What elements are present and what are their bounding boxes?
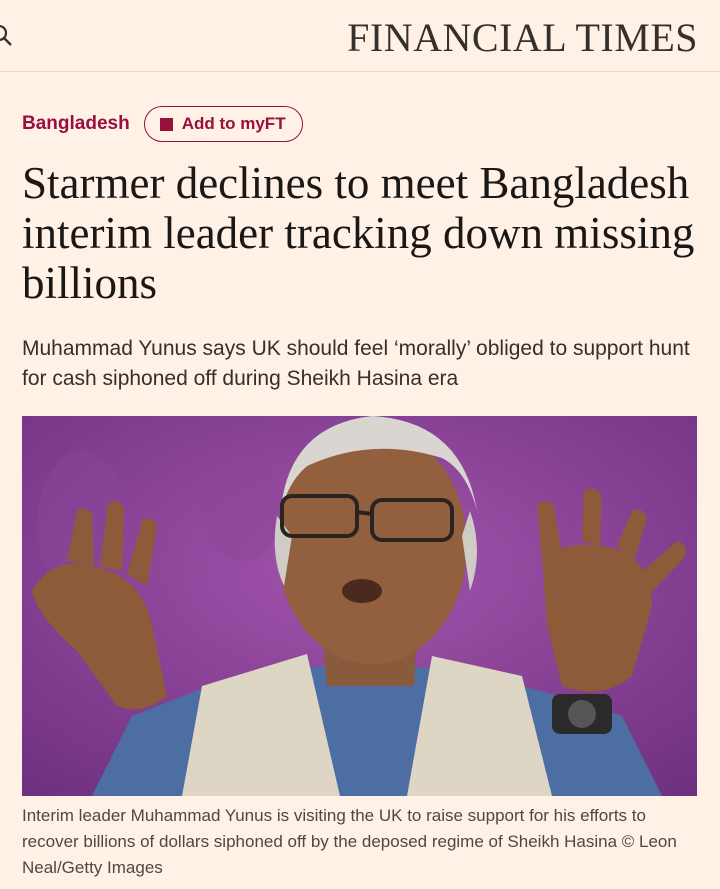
photo-caption: Interim leader Muhammad Yunus is visitin… xyxy=(22,806,677,877)
add-to-myft-label: Add to myFT xyxy=(181,114,286,133)
search-icon[interactable] xyxy=(0,24,14,48)
photo-illustration xyxy=(22,416,697,796)
topic-row: Bangladesh Add to myFT xyxy=(22,105,303,143)
headline: Starmer declines to meet Bangladesh inte… xyxy=(22,158,695,308)
standfirst: Muhammad Yunus says UK should feel ‘mora… xyxy=(22,337,690,390)
topic-link[interactable]: Bangladesh xyxy=(22,113,130,135)
top-bar: FINANCIAL TIMES xyxy=(0,0,720,72)
myft-square-icon xyxy=(159,117,173,131)
article-photo xyxy=(22,416,697,796)
ft-logo[interactable]: FINANCIAL TIMES xyxy=(347,14,698,62)
add-to-myft-button[interactable]: Add to myFT xyxy=(143,106,303,142)
